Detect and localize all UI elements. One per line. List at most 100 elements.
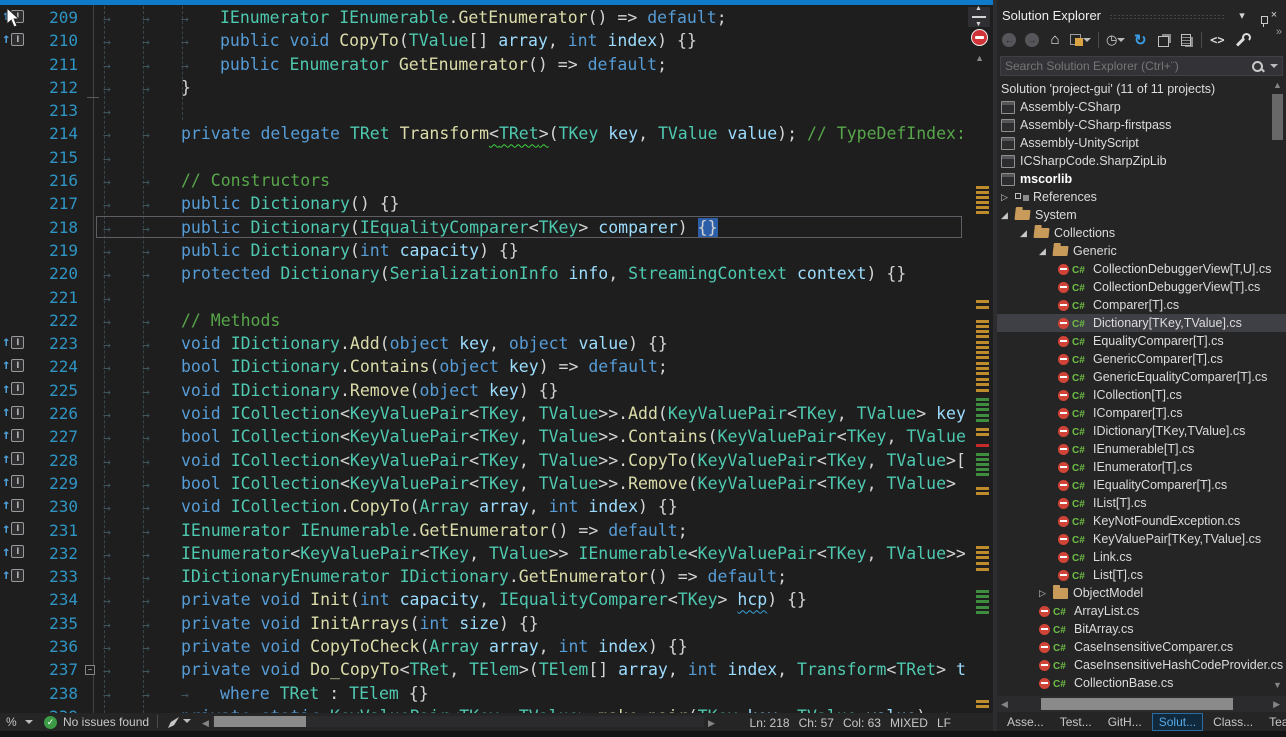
code-line[interactable]: 220→→protected Dictionary(SerializationI…	[0, 262, 965, 285]
tree-item[interactable]: List[T].cs	[997, 566, 1286, 584]
tree-item[interactable]: Assembly-UnityScript	[997, 134, 1286, 152]
code-line[interactable]: ↑I209→→→IEnumerator IEnumerable.GetEnume…	[0, 6, 965, 29]
hscroll-thumb[interactable]	[214, 716, 306, 727]
panel-tab-test[interactable]: Test...	[1054, 714, 1098, 730]
tree-item[interactable]: CollectionBase.cs	[997, 674, 1286, 692]
code-line[interactable]: 214→→private delegate TRet Transform<TRe…	[0, 122, 965, 145]
tree-item[interactable]: CollectionDebuggerView[T].cs	[997, 278, 1286, 296]
tree-item[interactable]: Assembly-CSharp	[997, 98, 1286, 116]
expander-expanded-icon[interactable]: ◢	[1039, 246, 1053, 257]
code-line[interactable]: 219→→public Dictionary(int capacity) {}	[0, 239, 965, 262]
tree-item[interactable]: ICSharpCode.SharpZipLib	[997, 152, 1286, 170]
tree-item[interactable]: KeyNotFoundException.cs	[997, 512, 1286, 530]
explorer-hscrollbar[interactable]: ◀ ▶	[997, 696, 1286, 712]
tree-item[interactable]: CaseInsensitiveHashCodeProvider.cs	[997, 656, 1286, 674]
tree-item[interactable]: ICollection[T].cs	[997, 386, 1286, 404]
tree-item[interactable]: BitArray.cs	[997, 620, 1286, 638]
switch-views-button[interactable]	[1070, 31, 1091, 49]
tree-item[interactable]: Solution 'project-gui' (11 of 11 project…	[997, 80, 1286, 98]
code-line[interactable]: 213→	[0, 99, 965, 122]
split-editor-handle[interactable]: ▼	[968, 7, 990, 27]
code-line[interactable]: 236→→private void CopyToCheck(Array arra…	[0, 635, 965, 658]
tree-item[interactable]: ◢Collections	[997, 224, 1286, 242]
code-line[interactable]: ↑I224→→bool IDictionary.Contains(object …	[0, 355, 965, 378]
code-line[interactable]: 217→→public Dictionary() {}	[0, 192, 965, 215]
expander-expanded-icon[interactable]: ◢	[1001, 210, 1015, 221]
close-icon[interactable]: ×	[1266, 9, 1282, 21]
tree-item[interactable]: mscorlib	[997, 170, 1286, 188]
scroll-up-arrow[interactable]: ▲	[975, 53, 984, 63]
toolbar-overflow-icon[interactable]: »	[1276, 26, 1282, 38]
hscroll-thumb[interactable]	[1041, 698, 1233, 710]
vscroll-thumb[interactable]	[1272, 94, 1283, 140]
explorer-vscrollbar[interactable]: ▲ ▼	[1271, 80, 1284, 692]
search-icon[interactable]	[1251, 60, 1264, 73]
code-line[interactable]: ↑I230→→void ICollection.CopyTo(Array arr…	[0, 495, 965, 518]
issues-indicator[interactable]: ✓ No issues found	[44, 715, 149, 729]
panel-tab-tea[interactable]: Tea...	[1263, 714, 1286, 730]
code-line[interactable]: 211→→→public Enumerator GetEnumerator() …	[0, 53, 965, 76]
panel-tab-solut[interactable]: Solut...	[1152, 713, 1203, 731]
tree-item[interactable]: IEqualityComparer[T].cs	[997, 476, 1286, 494]
code-line[interactable]: ↑I223→→void IDictionary.Add(object key, …	[0, 332, 965, 355]
tree-item[interactable]: IDictionary[TKey,TValue].cs	[997, 422, 1286, 440]
code-line[interactable]: ↑I228→→void ICollection<KeyValuePair<TKe…	[0, 449, 965, 472]
code-line[interactable]: ↑I226→→void ICollection<KeyValuePair<TKe…	[0, 402, 965, 425]
tree-item[interactable]: ArrayList.cs	[997, 602, 1286, 620]
pen-icon[interactable]	[168, 717, 179, 728]
chevron-down-icon[interactable]	[1270, 64, 1278, 72]
tree-item[interactable]: Link.cs	[997, 548, 1286, 566]
panel-tab-asse[interactable]: Asse...	[1001, 714, 1050, 730]
scroll-right-arrow[interactable]: ▶	[1273, 699, 1280, 710]
window-menu-icon[interactable]: ▾	[1234, 9, 1250, 22]
tree-item[interactable]: ▷ObjectModel	[997, 584, 1286, 602]
expander-collapsed-icon[interactable]: ▷	[1039, 588, 1053, 599]
tree-item[interactable]: GenericComparer[T].cs	[997, 350, 1286, 368]
tree-item[interactable]: CaseInsensitiveComparer.cs	[997, 638, 1286, 656]
panel-tab-class[interactable]: Class...	[1207, 714, 1259, 730]
collapse-all-button[interactable]	[1155, 31, 1171, 49]
tree-item[interactable]: Comparer[T].cs	[997, 296, 1286, 314]
tree-item[interactable]: IComparer[T].cs	[997, 404, 1286, 422]
code-line[interactable]: 222→→// Methods	[0, 309, 965, 332]
code-line[interactable]: 212→→}	[0, 76, 965, 99]
tree-item[interactable]: IList[T].cs	[997, 494, 1286, 512]
code-line[interactable]: 216→→// Constructors	[0, 169, 965, 192]
back-button[interactable]: ←	[1001, 31, 1017, 49]
tree-item[interactable]: CollectionDebuggerView[T,U].cs	[997, 260, 1286, 278]
code-line[interactable]: ↑I225→→void IDictionary.Remove(object ke…	[0, 379, 965, 402]
zoom-control[interactable]: %	[6, 715, 33, 729]
code-editor[interactable]: ↑I209→→→IEnumerator IEnumerable.GetEnume…	[0, 0, 993, 713]
tree-item[interactable]: ◢Generic	[997, 242, 1286, 260]
search-input[interactable]	[1005, 59, 1251, 73]
properties-button[interactable]	[1232, 31, 1248, 49]
code-lines[interactable]: ↑I209→→→IEnumerator IEnumerable.GetEnume…	[0, 6, 965, 713]
code-line[interactable]: 215→	[0, 146, 965, 169]
code-line[interactable]: ↑I231→→IEnumerator IEnumerable.GetEnumer…	[0, 519, 965, 542]
scroll-down-arrow[interactable]: ▼	[1273, 680, 1282, 690]
tree-item[interactable]: Dictionary[TKey,TValue].cs	[997, 314, 1286, 332]
code-line[interactable]: ↑I233→→IDictionaryEnumerator IDictionary…	[0, 565, 965, 588]
code-line[interactable]: 238→→→where TRet : TElem {}	[0, 682, 965, 705]
show-all-files-button[interactable]	[1178, 31, 1194, 49]
tree-item[interactable]: IEnumerator[T].cs	[997, 458, 1286, 476]
code-line[interactable]: 239→→private static KeyValuePair<TKey, T…	[0, 705, 965, 713]
home-button[interactable]: ⌂	[1047, 31, 1063, 49]
code-line[interactable]: ↑I227→→bool ICollection<KeyValuePair<TKe…	[0, 425, 965, 448]
pending-changes-filter-button[interactable]: ◷	[1106, 31, 1125, 49]
search-box[interactable]	[1000, 56, 1283, 76]
code-line[interactable]: 218→→public Dictionary(IEqualityComparer…	[0, 216, 965, 239]
tree-item[interactable]: EqualityComparer[T].cs	[997, 332, 1286, 350]
hscroll-left-arrow[interactable]: ◀	[202, 718, 209, 729]
tree-item[interactable]: GenericEqualityComparer[T].cs	[997, 368, 1286, 386]
code-line[interactable]: 237−→→private void Do_CopyTo<TRet, TElem…	[0, 658, 965, 681]
expander-collapsed-icon[interactable]: ▷	[1001, 192, 1015, 203]
scroll-left-arrow[interactable]: ◀	[1001, 699, 1008, 710]
view-code-button[interactable]: <>	[1209, 31, 1225, 49]
scroll-up-arrow[interactable]: ▲	[1273, 80, 1282, 90]
editor-scrollbar[interactable]: ▼ ▲	[965, 5, 993, 713]
tree-item[interactable]: Assembly-CSharp-firstpass	[997, 116, 1286, 134]
code-line[interactable]: 234→→private void Init(int capacity, IEq…	[0, 588, 965, 611]
expander-expanded-icon[interactable]: ◢	[1020, 228, 1034, 239]
chevron-down-icon[interactable]	[183, 719, 191, 727]
